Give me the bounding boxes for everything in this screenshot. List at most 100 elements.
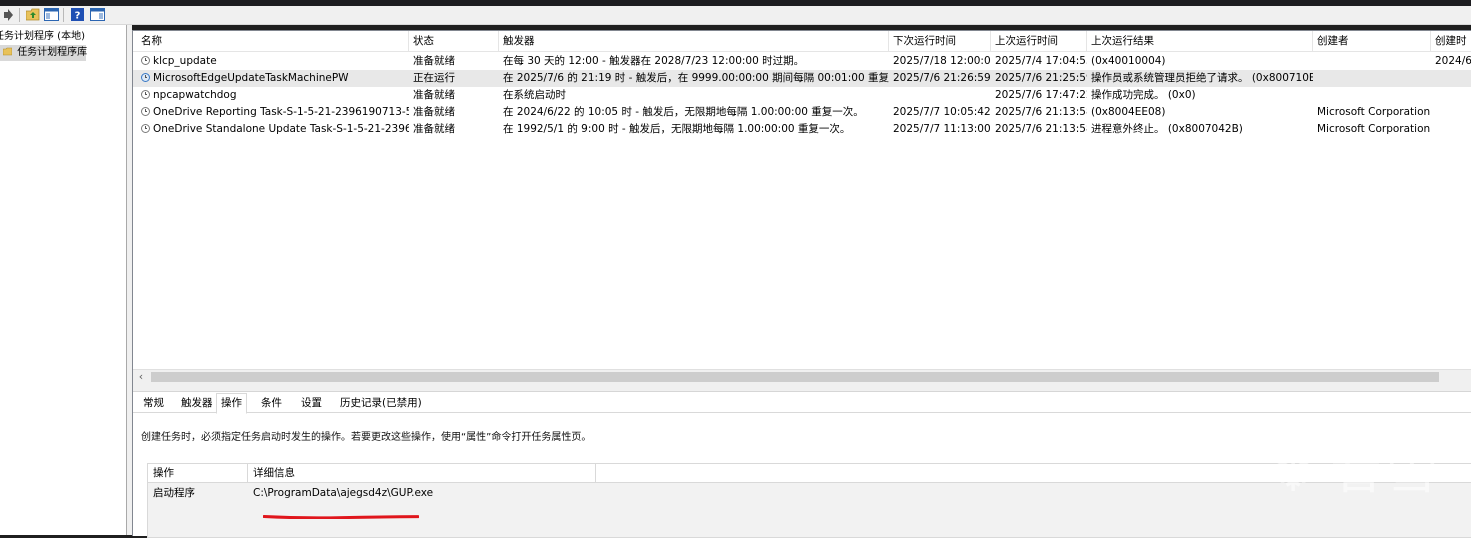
column-header-last-run[interactable]: 上次运行时间 xyxy=(991,31,1087,51)
column-header-status[interactable]: 状态 xyxy=(409,31,499,51)
task-next-run: 2025/7/6 21:26:59 xyxy=(893,72,991,84)
task-status: 正在运行 xyxy=(413,72,455,84)
task-trigger: 在 2024/6/22 的 10:05 时 - 触发后，无限期地每隔 1.00:… xyxy=(503,106,864,118)
svg-text:?: ? xyxy=(74,11,80,22)
column-header-author[interactable]: 创建者 xyxy=(1313,31,1431,51)
task-next-run: 2025/7/7 10:05:42 xyxy=(893,106,991,118)
watermark-text: 看雪 xyxy=(1330,441,1443,501)
task-status: 准备就绪 xyxy=(413,106,455,118)
task-last-result: 操作成功完成。 (0x0) xyxy=(1091,89,1196,101)
scrollbar-thumb[interactable] xyxy=(151,372,1439,382)
scroll-left-arrow-icon[interactable]: ‹ xyxy=(135,370,147,384)
tree-item-label: 任务计划程序库 xyxy=(17,47,88,58)
table-row[interactable]: MicrosoftEdgeUpdateTaskMachinePW 正在运行 在 … xyxy=(133,70,1471,87)
toolbar-separator xyxy=(19,8,20,22)
tab-general[interactable]: 常规 xyxy=(139,394,168,412)
task-next-run xyxy=(889,87,991,104)
task-last-run: 2025/7/6 17:47:22 xyxy=(995,89,1087,101)
task-author xyxy=(1313,70,1431,87)
action-type[interactable]: 启动程序 xyxy=(148,485,253,502)
task-author xyxy=(1313,53,1431,70)
console-tree: 任务计划程序 (本地) 任务计划程序库 xyxy=(0,25,127,535)
task-last-run: 2025/7/4 17:04:53 xyxy=(995,55,1087,67)
actions-column-header-action[interactable]: 操作 xyxy=(148,464,248,483)
column-header-last-result[interactable]: 上次运行结果 xyxy=(1087,31,1313,51)
task-status: 准备就绪 xyxy=(413,89,455,101)
task-last-result: (0x8004EE08) xyxy=(1091,106,1166,118)
task-next-run: 2025/7/18 12:00:00 xyxy=(893,55,991,67)
task-name: klcp_update xyxy=(153,55,217,67)
task-name: MicrosoftEdgeUpdateTaskMachinePW xyxy=(153,72,349,84)
table-row[interactable]: npcapwatchdog 准备就绪 在系统启动时 2025/7/6 17:47… xyxy=(133,87,1471,104)
clock-icon xyxy=(141,124,150,133)
list-header: 名称 状态 触发器 下次运行时间 上次运行时间 上次运行结果 创建者 创建时 xyxy=(133,31,1471,52)
task-name: OneDrive Reporting Task-S-1-5-21-2396190… xyxy=(153,106,409,118)
pane-splitter[interactable] xyxy=(133,383,1471,392)
task-author xyxy=(1313,87,1431,104)
task-name: OneDrive Standalone Update Task-S-1-5-21… xyxy=(153,123,409,135)
table-row[interactable]: OneDrive Reporting Task-S-1-5-21-2396190… xyxy=(133,104,1471,121)
task-name-cell: klcp_update xyxy=(137,53,409,70)
column-header-next-run[interactable]: 下次运行时间 xyxy=(889,31,991,51)
clock-running-icon xyxy=(141,73,150,82)
task-name-cell: OneDrive Standalone Update Task-S-1-5-21… xyxy=(137,121,409,138)
horizontal-scrollbar[interactable]: ‹ xyxy=(133,369,1471,384)
action-pane-icon[interactable] xyxy=(89,7,105,22)
task-trigger: 在系统启动时 xyxy=(503,89,566,101)
task-trigger: 在 1992/5/1 的 9:00 时 - 触发后，无限期地每隔 1.00:00… xyxy=(503,123,851,135)
task-created: 2024/6 xyxy=(1435,55,1471,67)
task-last-run: 2025/7/6 21:13:58 xyxy=(995,106,1087,118)
tree-item-label: 任务计划程序 (本地) xyxy=(0,31,85,42)
tab-conditions[interactable]: 条件 xyxy=(257,394,286,412)
column-header-created[interactable]: 创建时 xyxy=(1431,31,1471,51)
task-created xyxy=(1431,87,1471,104)
action-detail[interactable]: C:\ProgramData\ajegsd4z\GUP.exe xyxy=(248,485,593,502)
task-trigger: 在每 30 天的 12:00 - 触发器在 2028/7/23 12:00:00… xyxy=(503,55,805,67)
column-header-name[interactable]: 名称 xyxy=(137,31,409,51)
detail-tabs: 常规 触发器 操作 条件 设置 历史记录(已禁用) xyxy=(133,392,1471,414)
column-header-trigger[interactable]: 触发器 xyxy=(499,31,889,51)
table-row[interactable]: klcp_update 准备就绪 在每 30 天的 12:00 - 触发器在 2… xyxy=(133,53,1471,70)
actions-column-header-detail[interactable]: 详细信息 xyxy=(248,464,596,483)
actions-description: 创建任务时，必须指定任务启动时发生的操作。若要更改这些操作，使用“属性”命令打开… xyxy=(141,432,592,443)
task-last-result: 进程意外终止。 (0x8007042B) xyxy=(1091,123,1243,135)
forward-arrow-icon[interactable] xyxy=(0,7,16,22)
kanxue-watermark: ❄ 看雪 xyxy=(1258,436,1458,508)
task-trigger: 在 2025/7/6 的 21:19 时 - 触发后，在 9999.00:00:… xyxy=(503,72,889,84)
task-last-result: 操作员或系统管理员拒绝了请求。 (0x800710E0) xyxy=(1091,72,1313,84)
task-last-result: (0x40010004) xyxy=(1091,55,1166,67)
red-annotation-underline xyxy=(263,515,419,519)
tab-actions[interactable]: 操作 xyxy=(216,393,247,414)
clock-icon xyxy=(141,56,150,65)
folder-icon xyxy=(2,46,13,62)
task-author: Microsoft Corporation xyxy=(1317,106,1431,118)
toolbar-separator xyxy=(63,8,64,22)
folder-up-icon[interactable] xyxy=(25,7,41,22)
table-row[interactable]: OneDrive Standalone Update Task-S-1-5-21… xyxy=(133,121,1471,138)
task-name: npcapwatchdog xyxy=(153,89,237,101)
task-name-cell: MicrosoftEdgeUpdateTaskMachinePW xyxy=(137,70,409,87)
task-last-run: 2025/7/6 21:25:59 xyxy=(995,72,1087,84)
task-created xyxy=(1431,121,1471,138)
tab-settings[interactable]: 设置 xyxy=(297,394,326,412)
task-name-cell: npcapwatchdog xyxy=(137,87,409,104)
show-hide-console-tree-icon[interactable] xyxy=(43,7,59,22)
tab-triggers[interactable]: 触发器 xyxy=(177,394,217,412)
clock-icon xyxy=(141,107,150,116)
clock-icon xyxy=(141,90,150,99)
task-last-run: 2025/7/6 21:13:58 xyxy=(995,123,1087,135)
tab-history[interactable]: 历史记录(已禁用) xyxy=(336,394,426,412)
task-author: Microsoft Corporation xyxy=(1317,123,1431,135)
task-created xyxy=(1431,70,1471,87)
toolbar: ? xyxy=(0,6,1471,25)
task-status: 准备就绪 xyxy=(413,123,455,135)
tree-item-task-scheduler-library[interactable]: 任务计划程序库 xyxy=(0,45,88,62)
snowflake-icon: ❄ xyxy=(1267,436,1319,506)
tree-item-task-scheduler-local[interactable]: 任务计划程序 (本地) xyxy=(0,29,85,45)
task-next-run: 2025/7/7 11:13:00 xyxy=(893,123,991,135)
task-list: 名称 状态 触发器 下次运行时间 上次运行时间 上次运行结果 创建者 创建时 k… xyxy=(133,31,1471,386)
task-name-cell: OneDrive Reporting Task-S-1-5-21-2396190… xyxy=(137,104,409,121)
task-status: 准备就绪 xyxy=(413,55,455,67)
help-icon[interactable]: ? xyxy=(69,7,85,22)
task-created xyxy=(1431,104,1471,121)
